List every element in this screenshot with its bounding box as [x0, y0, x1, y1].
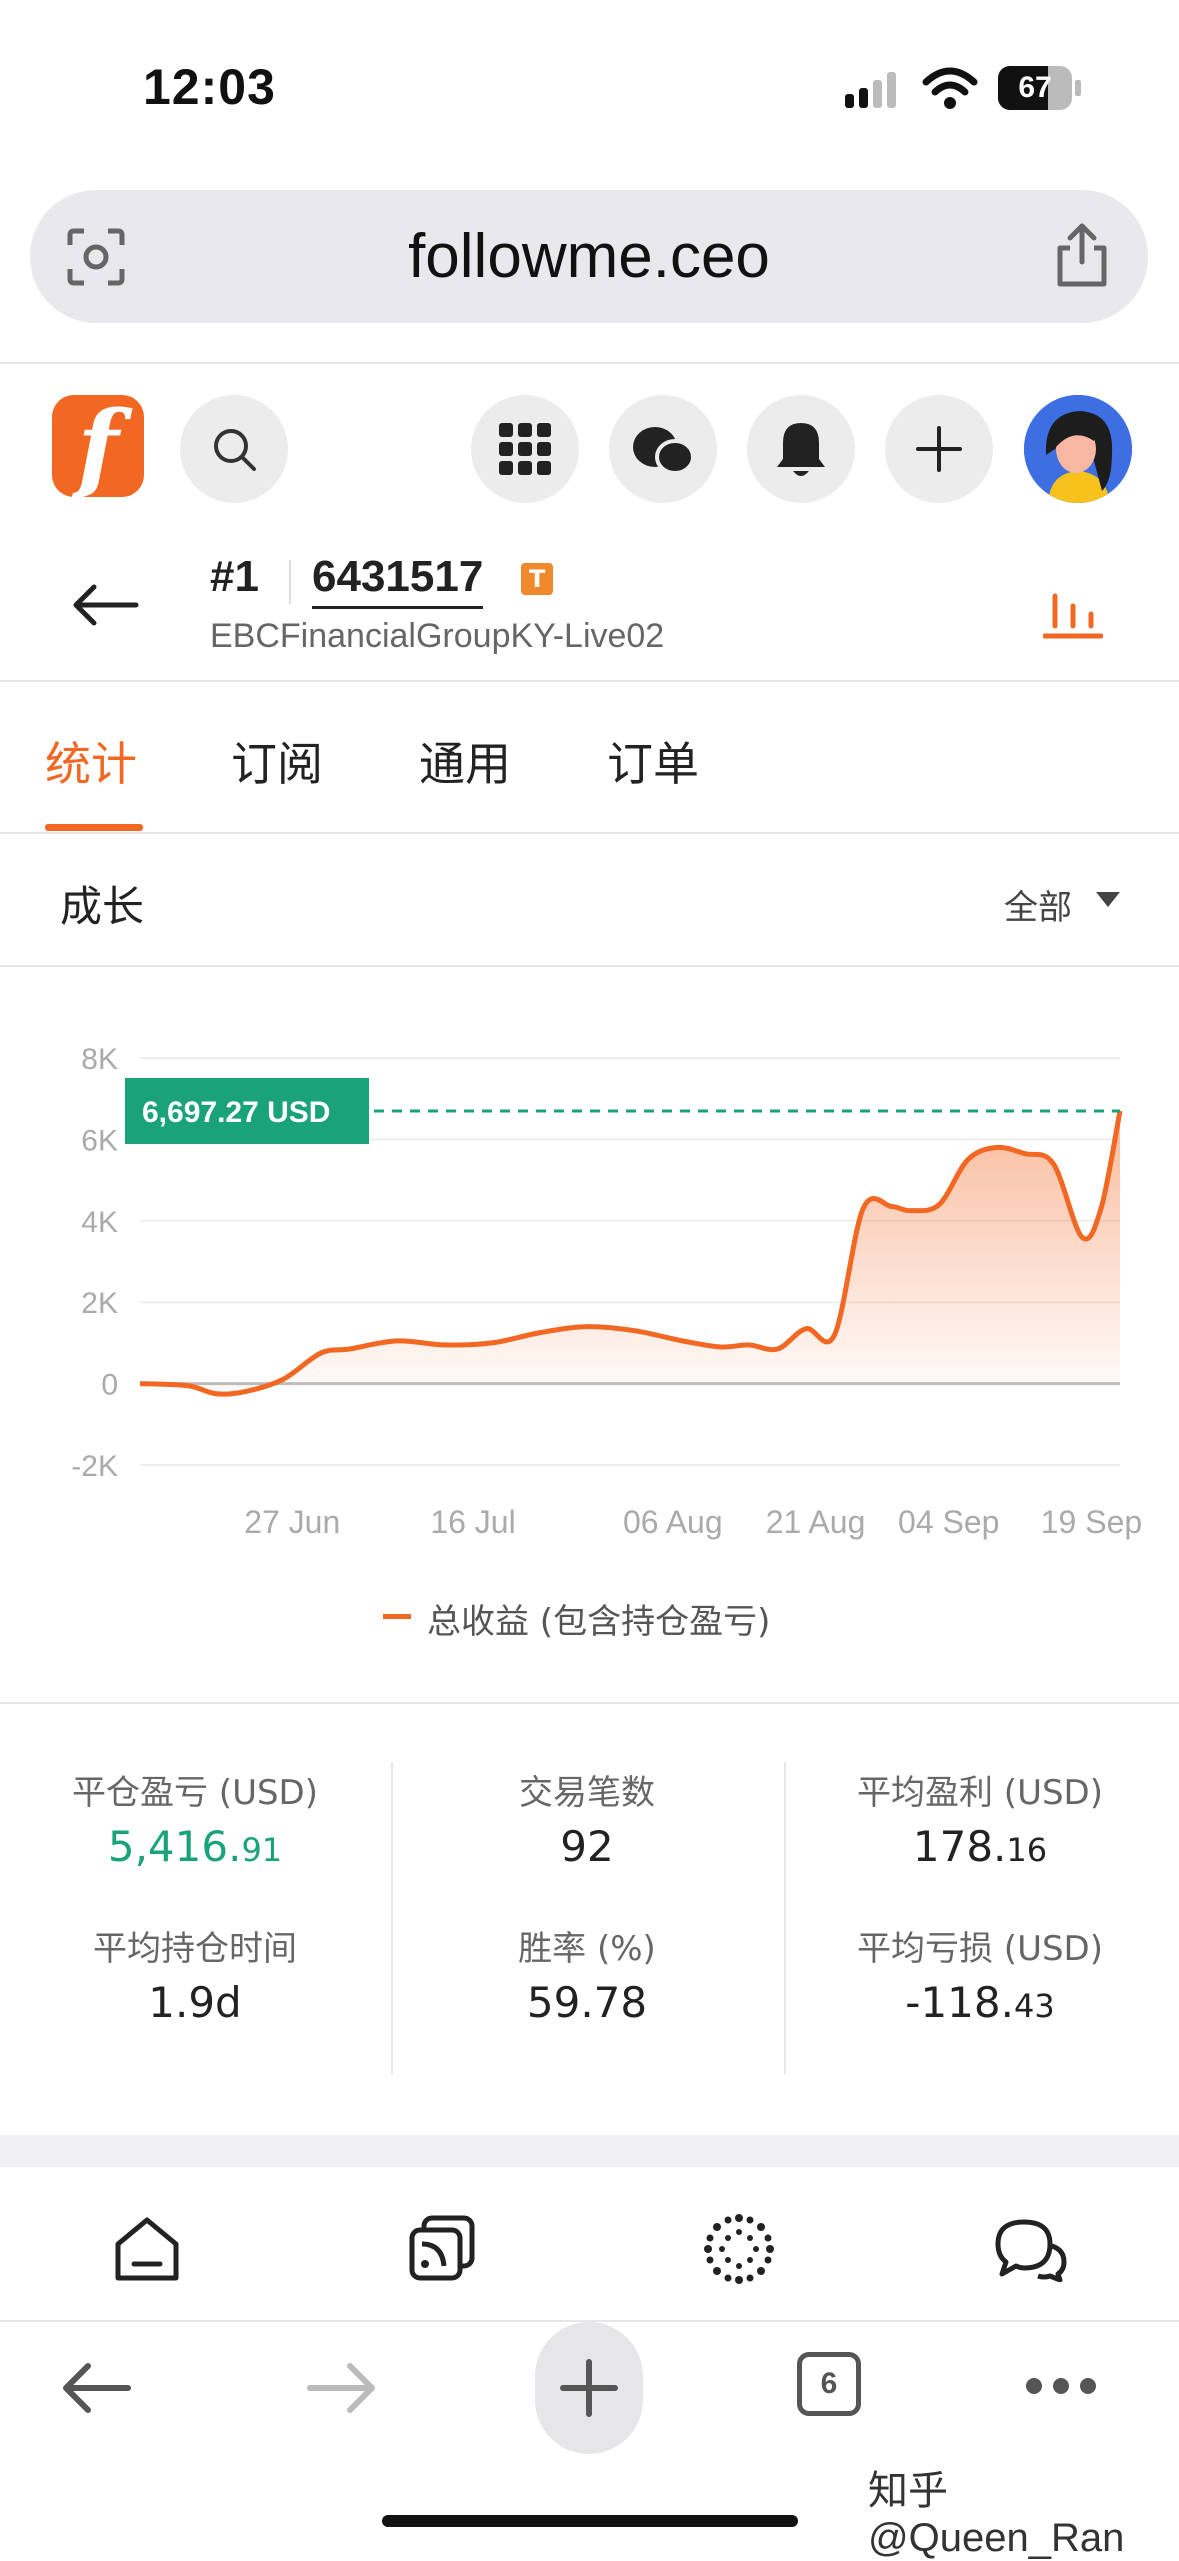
y-tick-label: 4K	[81, 1206, 118, 1239]
stat-avg-loss-label: 平均亏损 (USD)	[857, 1929, 1103, 1969]
bell-icon	[777, 423, 825, 476]
wifi-icon	[922, 67, 978, 109]
stat-closed-pnl-value: 5,416.91	[107, 1822, 283, 1871]
x-tick-label: 06 Aug	[623, 1504, 723, 1540]
x-tick-label: 21 Aug	[766, 1504, 866, 1540]
broker-server: EBCFinancialGroupKY-Live02	[210, 617, 665, 655]
tab-statistics[interactable]: 统计	[45, 728, 137, 794]
stat-avg-loss-value: -118.43	[905, 1978, 1055, 2027]
stat-closed-pnl-label: 平仓盈亏 (USD)	[72, 1773, 318, 1813]
growth-chart-svg: 8K 6K 4K 2K 0 -2K 27 Jun 16 Jul 06 Aug 21 Aug 04 …	[71, 1043, 1142, 1540]
battery-icon: 67	[998, 66, 1072, 110]
legend-swatch	[383, 1614, 411, 1619]
chat-bubbles-icon	[633, 427, 695, 475]
growth-title: 成长	[60, 882, 145, 931]
plus-icon	[560, 2359, 618, 2417]
tab-general[interactable]: 通用	[419, 728, 511, 794]
new-tab-button[interactable]	[535, 2322, 643, 2454]
caret-down-icon[interactable]	[1096, 892, 1120, 907]
watermark: 知乎 @Queen_Ran	[868, 2469, 1125, 2560]
divider	[391, 1762, 393, 2074]
address-bar[interactable]: followme.ceo	[30, 190, 1148, 323]
url-text[interactable]: followme.ceo	[30, 190, 1148, 323]
search-icon	[214, 429, 256, 471]
cellular-signal-icon	[845, 72, 896, 108]
account-type-badge: T	[521, 563, 553, 595]
battery-level: 67	[1018, 71, 1052, 104]
range-dropdown[interactable]: 全部	[1004, 880, 1072, 929]
messages-button[interactable]	[609, 395, 717, 503]
plus-icon	[916, 426, 962, 472]
status-time: 12:03	[143, 59, 276, 115]
user-avatar-icon	[1024, 395, 1132, 503]
search-button[interactable]	[180, 395, 288, 503]
legend-label: 总收益 (包含持仓盈亏)	[427, 1602, 771, 1642]
active-tab-indicator	[45, 824, 143, 831]
divider	[0, 1702, 1179, 1704]
explore-icon[interactable]	[702, 2212, 776, 2286]
tab-subscription[interactable]: 订阅	[231, 728, 323, 794]
stat-avg-profit-value: 178.16	[912, 1822, 1048, 1871]
tab-orders[interactable]: 订单	[607, 728, 699, 794]
stat-win-rate-value: 59.78	[526, 1978, 648, 2027]
stat-avg-hold-value: 1.9d	[148, 1978, 242, 2027]
divider	[0, 680, 1179, 682]
divider	[0, 362, 1179, 364]
y-tick-label: -2K	[71, 1450, 118, 1483]
followme-logo[interactable]: f	[52, 395, 144, 499]
growth-chart: 8K 6K 4K 2K 0 -2K 27 Jun 16 Jul 06 Aug 21 Aug 04 …	[0, 1000, 1179, 1560]
stat-avg-profit-label: 平均盈利 (USD)	[857, 1773, 1103, 1813]
x-tick-label: 04 Sep	[898, 1504, 999, 1540]
community-chat-icon[interactable]	[994, 2216, 1068, 2282]
back-arrow-icon[interactable]	[70, 583, 140, 627]
home-indicator	[382, 2515, 798, 2527]
stat-win-rate-label: 胜率 (%)	[518, 1929, 656, 1969]
x-tick-label: 19 Sep	[1041, 1504, 1142, 1540]
y-tick-label: 0	[101, 1369, 118, 1402]
bar-chart-icon[interactable]	[1043, 590, 1103, 642]
current-value-label: 6,697.27 USD	[142, 1096, 330, 1129]
divider	[0, 965, 1179, 967]
home-icon[interactable]	[112, 2214, 182, 2284]
y-tick-label: 2K	[81, 1287, 118, 1320]
grid-icon	[499, 423, 551, 475]
divider	[289, 560, 291, 604]
browser-forward-icon[interactable]	[306, 2360, 380, 2416]
x-tick-label: 27 Jun	[244, 1504, 340, 1540]
stat-trades-label: 交易笔数	[519, 1773, 655, 1813]
stat-trades-value: 92	[560, 1822, 614, 1871]
y-tick-label: 6K	[81, 1124, 118, 1157]
battery-cap	[1075, 80, 1081, 96]
status-bar: 12:03 67	[0, 0, 1179, 175]
account-number[interactable]: 6431517	[312, 552, 484, 609]
x-tick-label: 16 Jul	[430, 1504, 515, 1540]
divider	[0, 832, 1179, 834]
stat-avg-hold-label: 平均持仓时间	[93, 1929, 297, 1969]
tab-count-button[interactable]: 6	[797, 2352, 861, 2416]
feed-icon[interactable]	[408, 2214, 478, 2284]
account-rank: #1	[210, 552, 259, 601]
more-menu-icon[interactable]	[1024, 2376, 1098, 2396]
avatar[interactable]	[1024, 395, 1132, 503]
y-tick-label: 8K	[81, 1043, 118, 1076]
share-icon[interactable]	[1050, 220, 1114, 290]
apps-button[interactable]	[471, 395, 579, 503]
divider	[784, 1762, 786, 2074]
notifications-button[interactable]	[747, 395, 855, 503]
create-button[interactable]	[885, 395, 993, 503]
browser-back-icon[interactable]	[58, 2360, 132, 2416]
section-gap	[0, 2135, 1179, 2167]
